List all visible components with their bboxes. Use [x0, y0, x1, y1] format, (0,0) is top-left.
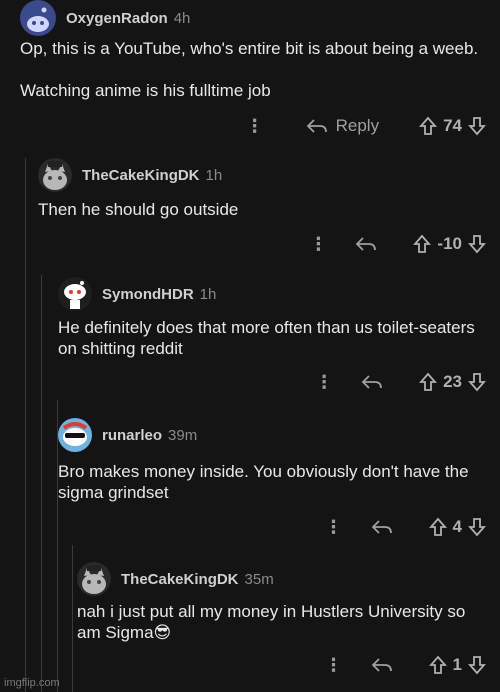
downvote-icon[interactable] [468, 116, 486, 136]
vote-score: -10 [437, 234, 462, 253]
upvote-icon[interactable] [413, 234, 432, 254]
cat-avatar-icon[interactable] [77, 562, 111, 596]
timestamp: 1h [199, 285, 217, 303]
reply-icon [371, 520, 392, 534]
comment-header: TheCakeKingDK 1h [38, 158, 222, 192]
comment-actions: ⋮ -10 [303, 229, 486, 259]
comment-text: He definitely does that more often than … [58, 318, 475, 358]
more-options-icon[interactable]: ⋮ [303, 235, 333, 253]
more-options-icon[interactable]: ⋮ [319, 656, 349, 674]
reply-icon [356, 237, 377, 251]
more-options-icon[interactable]: ⋮ [319, 518, 349, 536]
comment-text: Bro makes money inside. You obviously do… [58, 462, 469, 502]
reply-icon [361, 375, 382, 389]
more-options-icon[interactable]: ⋮ [309, 373, 339, 391]
comment-text: Then he should go outside [38, 200, 239, 219]
reply-button[interactable] [355, 236, 385, 252]
vote-control: 23 [419, 372, 486, 392]
more-options-icon[interactable]: ⋮ [240, 117, 270, 135]
timestamp: 4h [173, 9, 191, 27]
comment-actions: ⋮ 4 [319, 512, 486, 542]
sunglasses-avatar-icon[interactable] [58, 418, 92, 452]
reply-icon [371, 658, 392, 672]
vote-score: 74 [443, 116, 462, 135]
comment-text: Op, this is a YouTube, who's entire bit … [20, 39, 479, 100]
comment-actions: ⋮ 1 [319, 650, 486, 680]
username[interactable]: OxygenRadon [66, 10, 168, 27]
comment-actions: ⋮ Reply 74 [240, 111, 486, 141]
comment-text: nah i just put all my money in Hustlers … [77, 602, 466, 642]
reply-label: Reply [335, 116, 380, 135]
vote-control: 74 [419, 116, 486, 136]
downvote-icon[interactable] [468, 517, 486, 537]
reply-button[interactable] [361, 374, 391, 390]
username[interactable]: TheCakeKingDK [121, 571, 239, 588]
reply-button[interactable] [371, 657, 401, 673]
thread-line [41, 275, 42, 692]
cat-avatar-icon[interactable] [38, 158, 72, 192]
vote-score: 23 [443, 372, 462, 391]
upvote-icon[interactable] [428, 517, 447, 537]
timestamp: 1h [205, 166, 223, 184]
timestamp: 39m [168, 426, 198, 444]
comment-header: TheCakeKingDK 35m [77, 562, 274, 596]
username[interactable]: runarleo [102, 427, 162, 444]
snoo-avatar-icon[interactable] [20, 0, 56, 36]
comment-actions: ⋮ 23 [309, 367, 486, 397]
reply-button[interactable] [371, 519, 401, 535]
upvote-icon[interactable] [419, 116, 438, 136]
downvote-icon[interactable] [468, 655, 486, 675]
vote-control: 1 [428, 655, 486, 675]
comment-header: SymondHDR 1h [58, 277, 216, 311]
snoo-avatar-icon[interactable] [58, 277, 92, 311]
username[interactable]: SymondHDR [102, 286, 194, 303]
reply-icon [306, 119, 327, 133]
reply-button[interactable]: Reply [306, 116, 379, 136]
comment-header: OxygenRadon 4h [20, 0, 190, 36]
username[interactable]: TheCakeKingDK [82, 167, 200, 184]
comment-header: runarleo 39m [58, 418, 197, 452]
vote-control: -10 [413, 234, 486, 254]
thread-line [25, 158, 26, 692]
downvote-icon[interactable] [468, 234, 486, 254]
vote-control: 4 [428, 517, 486, 537]
timestamp: 35m [244, 570, 274, 588]
upvote-icon[interactable] [428, 655, 447, 675]
vote-score: 1 [452, 655, 462, 674]
thread-line [72, 545, 73, 692]
downvote-icon[interactable] [468, 372, 486, 392]
vote-score: 4 [452, 517, 462, 536]
upvote-icon[interactable] [419, 372, 438, 392]
watermark: imgflip.com [4, 677, 60, 689]
